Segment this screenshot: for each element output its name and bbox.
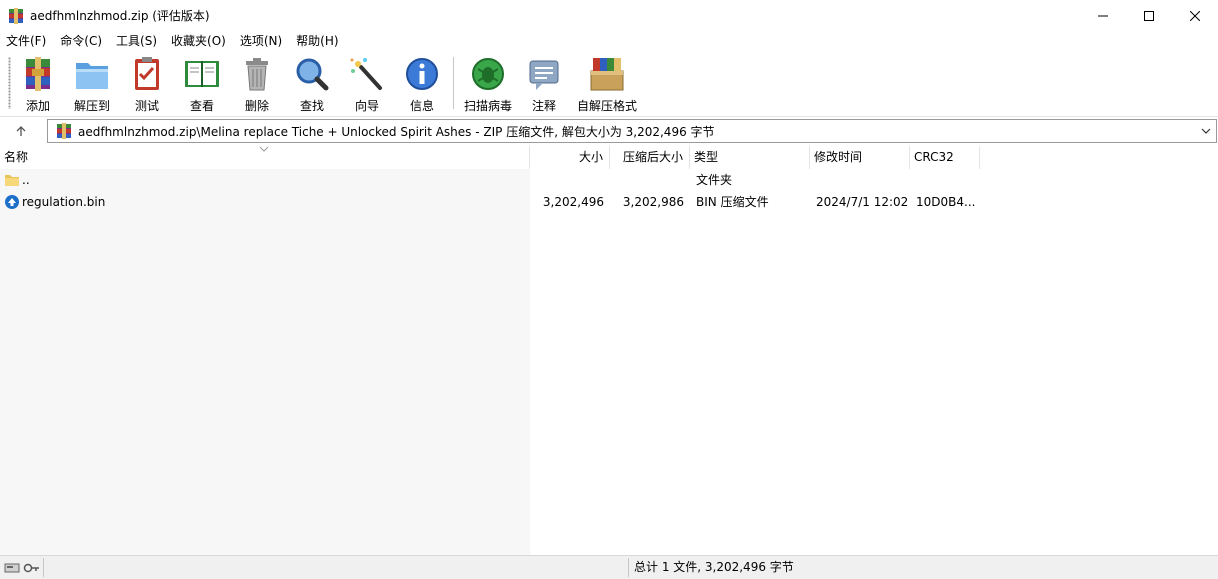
virus-scan-button[interactable]: 扫描病毒 [460,55,516,113]
drive-key-icon [4,563,39,573]
info-label: 信息 [409,99,434,113]
comment-label: 注释 [531,99,556,113]
find-label: 查找 [299,99,324,113]
extract-to-label: 解压到 [73,99,110,113]
up-arrow-icon [16,126,26,136]
status-summary: 总计 1 文件, 3,202,496 字节 [634,560,794,574]
maximize-icon [1144,10,1154,21]
list-item-parent-folder[interactable]: .. 文件夹 [0,169,1218,191]
status-divider [628,558,629,577]
file-name: regulation.bin [22,195,106,209]
menu-favorites[interactable]: 收藏夹(O) [164,31,233,51]
info-icon [406,58,438,90]
add-label: 添加 [25,99,50,113]
magnifier-icon [296,58,329,91]
status-divider [43,558,44,577]
file-name: .. [22,173,30,187]
extract-to-button[interactable]: 解压到 [64,55,120,113]
menu-commands[interactable]: 命令(C) [53,31,109,51]
bin-file-icon [5,195,19,209]
address-path-field[interactable]: aedfhmlnzhmod.zip\Melina replace Tiche +… [47,119,1217,143]
virus-scan-icon [472,58,504,90]
menu-file[interactable]: 文件(F) [0,31,53,51]
sfx-box-icon [590,58,624,91]
file-size: 3,202,496 [542,195,604,209]
column-size[interactable]: 大小 [530,146,610,169]
column-name[interactable]: 名称 [0,146,530,169]
column-crc32[interactable]: CRC32 [910,146,980,169]
menu-tools[interactable]: 工具(S) [109,31,164,51]
file-crc32: 10D0B4... [916,195,976,209]
view-label: 查看 [189,99,214,113]
wizard-button[interactable]: 向导 [339,55,395,113]
sfx-button[interactable]: 自解压格式 [574,55,640,113]
folder-icon [5,175,19,186]
view-button[interactable]: 查看 [174,55,230,113]
address-bar: aedfhmlnzhmod.zip\Melina replace Tiche +… [0,117,1218,145]
chevron-down-icon[interactable] [1200,125,1212,137]
view-book-icon [185,61,219,87]
toolbar: 添加 解压到 测试 查看 删除 查找 向导 信息 扫描病毒 注释 自解压格式 [0,51,1218,117]
add-archive-icon [26,57,50,91]
test-button[interactable]: 测试 [119,55,175,113]
column-packed-size[interactable]: 压缩后大小 [610,146,690,169]
winrar-app-icon [9,7,23,24]
name-column-highlight [0,169,530,555]
column-header-row: 名称 大小 压缩后大小 类型 修改时间 CRC32 [0,146,1218,169]
maximize-button[interactable] [1126,0,1172,31]
comment-button[interactable]: 注释 [516,55,572,113]
file-type: BIN 压缩文件 [696,195,769,209]
address-path-text: aedfhmlnzhmod.zip\Melina replace Tiche +… [78,124,715,139]
column-modified[interactable]: 修改时间 [810,146,910,169]
comment-icon [529,60,559,90]
up-level-button[interactable] [9,121,33,141]
sfx-label: 自解压格式 [576,99,637,113]
info-button[interactable]: 信息 [394,55,450,113]
file-list[interactable]: .. 文件夹 regulation.bin 3,202,496 3,202,98… [0,169,1218,555]
title-bar: aedfhmlnzhmod.zip (评估版本) [0,0,1218,31]
delete-button[interactable]: 删除 [229,55,285,113]
menu-options[interactable]: 选项(N) [233,31,289,51]
close-icon [1190,10,1200,21]
menu-bar: 文件(F) 命令(C) 工具(S) 收藏夹(O) 选项(N) 帮助(H) [0,31,1218,51]
wizard-label: 向导 [354,99,379,113]
window-title: aedfhmlnzhmod.zip (评估版本) [30,9,210,23]
delete-label: 删除 [244,99,269,113]
minimize-icon [1098,15,1108,16]
trash-icon [246,58,268,91]
file-type: 文件夹 [696,173,733,187]
file-packed-size: 3,202,986 [622,195,684,209]
column-type[interactable]: 类型 [690,146,810,169]
virus-scan-label: 扫描病毒 [463,99,512,113]
toolbar-separator [453,57,454,109]
close-button[interactable] [1172,0,1218,31]
list-item-regulation-bin[interactable]: regulation.bin 3,202,496 3,202,986 BIN 压… [0,191,1218,213]
find-button[interactable]: 查找 [284,55,340,113]
menu-help[interactable]: 帮助(H) [289,31,345,51]
test-clipboard-icon [135,57,159,90]
zip-archive-icon [57,123,71,139]
minimize-button[interactable] [1080,0,1126,31]
test-label: 测试 [134,99,159,113]
add-button[interactable]: 添加 [10,55,66,113]
magic-wand-icon [350,58,382,90]
file-modified: 2024/7/1 12:02 [816,195,909,209]
status-bar: 总计 1 文件, 3,202,496 字节 [0,555,1218,579]
extract-folder-icon [76,63,108,89]
